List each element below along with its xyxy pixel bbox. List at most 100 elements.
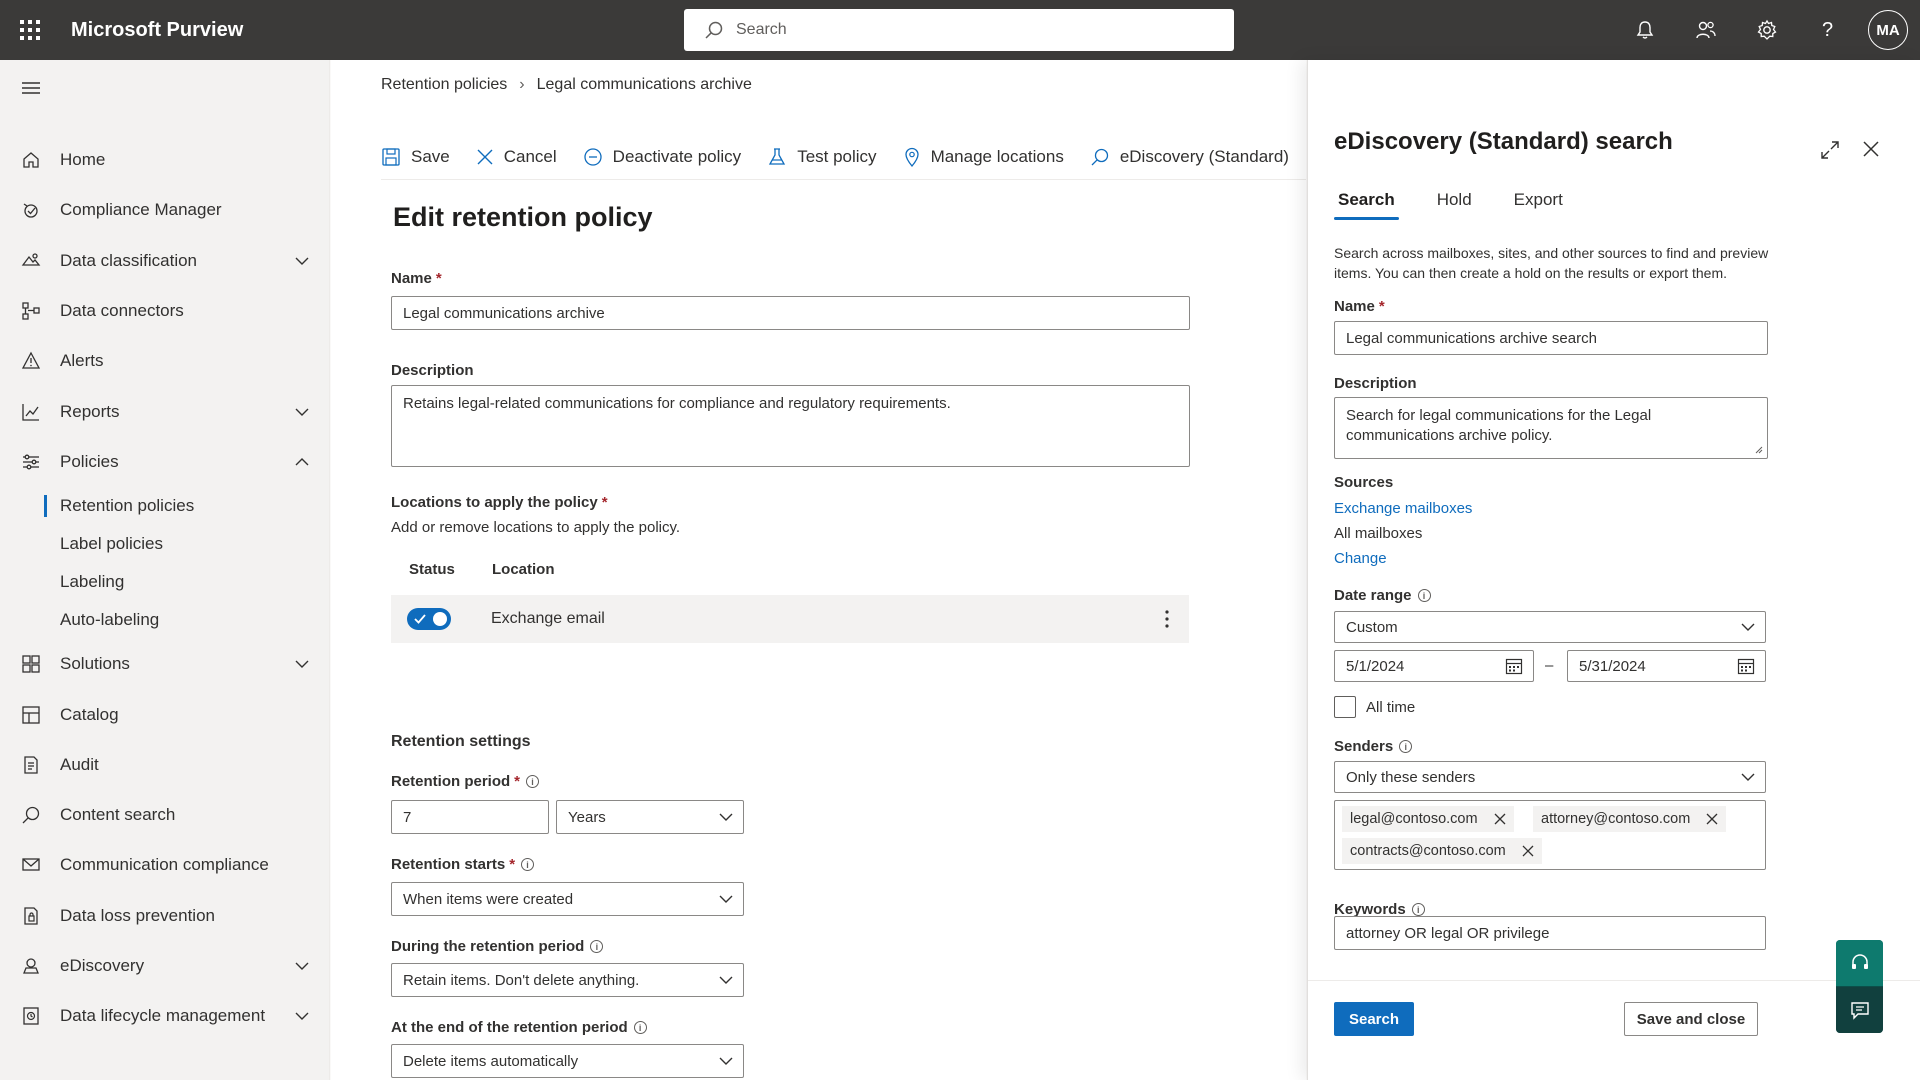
nav-audit[interactable]: Audit [0, 740, 330, 790]
nav-solutions[interactable]: Solutions [0, 639, 330, 689]
nav-catalog[interactable]: Catalog [0, 689, 330, 739]
ediscovery-standard-button[interactable]: eDiscovery (Standard) [1090, 139, 1289, 175]
global-search-input[interactable]: Search [684, 9, 1234, 51]
search-button[interactable]: Search [1334, 1002, 1414, 1036]
info-icon[interactable]: i [1399, 740, 1413, 753]
chevron-down-icon [295, 408, 309, 416]
compliance-manager-icon [20, 199, 42, 221]
feedback-button[interactable] [1836, 986, 1883, 1033]
info-icon[interactable]: i [526, 775, 540, 788]
deactivate-policy-button[interactable]: Deactivate policy [583, 139, 741, 175]
info-icon[interactable]: i [1411, 903, 1425, 916]
nav-data-lifecycle-management[interactable]: Data lifecycle management [0, 991, 330, 1041]
search-description-label: Description [1334, 375, 1417, 392]
end-retention-dropdown[interactable]: Delete items automatically [391, 1044, 744, 1078]
user-avatar[interactable]: MA [1868, 10, 1908, 50]
save-and-close-button[interactable]: Save and close [1624, 1002, 1758, 1036]
tab-export[interactable]: Export [1510, 190, 1567, 220]
info-icon[interactable]: i [521, 858, 535, 871]
tab-hold[interactable]: Hold [1433, 190, 1476, 220]
nav-ediscovery[interactable]: eDiscovery [0, 941, 330, 991]
date-from-picker[interactable]: 5/1/2024 [1334, 650, 1534, 682]
ediscovery-search-panel: eDiscovery (Standard) search Search Hold… [1307, 60, 1920, 1080]
search-icon [1091, 148, 1108, 165]
search-name-input[interactable]: Legal communications archive search [1334, 321, 1768, 355]
name-label: Name * [391, 270, 442, 287]
cancel-button[interactable]: Cancel [476, 139, 557, 175]
nav-home[interactable]: Home [0, 135, 330, 185]
nav-data-loss-prevention[interactable]: Data loss prevention [0, 891, 330, 941]
search-description-textarea[interactable]: Search for legal communications for the … [1334, 397, 1768, 459]
senders-dropdown[interactable]: Only these senders [1334, 761, 1766, 793]
nav-label-policies[interactable]: Label policies [0, 525, 330, 563]
nav-label: Alerts [60, 351, 104, 371]
app-launcher-button[interactable] [0, 0, 60, 60]
remove-tag-icon[interactable] [1706, 813, 1718, 825]
info-icon[interactable]: i [590, 940, 604, 953]
close-icon[interactable] [1862, 140, 1880, 158]
exchange-email-toggle[interactable] [407, 608, 451, 630]
exchange-mailboxes-link[interactable]: Exchange mailboxes [1334, 500, 1472, 517]
nav-label: Data lifecycle management [60, 1006, 266, 1026]
help-button[interactable]: ? [1797, 0, 1858, 60]
resize-handle-icon[interactable] [1755, 446, 1763, 454]
notifications-button[interactable] [1614, 0, 1675, 60]
nav-data-classification[interactable]: Data classification [0, 236, 330, 286]
remove-tag-icon[interactable] [1494, 813, 1506, 825]
more-options-icon[interactable] [1165, 610, 1169, 628]
column-header-status[interactable]: Status [409, 561, 455, 578]
info-icon[interactable]: i [633, 1021, 647, 1034]
keywords-input[interactable]: attorney OR legal OR privilege [1334, 916, 1766, 950]
search-icon [20, 804, 42, 826]
top-bar: Microsoft Purview Search ? MA [0, 0, 1920, 60]
expand-icon[interactable] [1820, 140, 1840, 160]
test-label: Test policy [797, 146, 877, 166]
during-retention-dropdown[interactable]: Retain items. Don't delete anything. [391, 963, 744, 997]
senders-tag-picker[interactable]: legal@contoso.com attorney@contoso.com c… [1334, 800, 1766, 870]
nav-retention-policies[interactable]: Retention policies [0, 487, 330, 525]
policy-description-textarea[interactable]: Retains legal-related communications for… [391, 385, 1190, 467]
date-range-label: Date range i [1334, 587, 1431, 604]
retention-starts-dropdown[interactable]: When items were created [391, 882, 744, 916]
nav-data-connectors[interactable]: Data connectors [0, 286, 330, 336]
nav-content-search[interactable]: Content search [0, 790, 330, 840]
test-policy-button[interactable]: Test policy [767, 139, 877, 175]
data-classification-icon [20, 250, 42, 272]
retention-unit-dropdown[interactable]: Years [556, 800, 744, 834]
all-time-checkbox[interactable]: All time [1334, 696, 1415, 718]
remove-tag-icon[interactable] [1522, 845, 1534, 857]
change-sources-link[interactable]: Change [1334, 550, 1387, 567]
settings-button[interactable] [1736, 0, 1797, 60]
date-range-value: Custom [1346, 618, 1398, 636]
save-button[interactable]: Save [381, 139, 450, 175]
nav-label: Retention policies [60, 496, 195, 516]
info-icon[interactable]: i [1417, 589, 1431, 602]
retention-period-label: Retention period * i [391, 773, 540, 790]
manage-locations-button[interactable]: Manage locations [903, 139, 1064, 175]
retention-unit-value: Years [568, 808, 606, 826]
retention-period-input[interactable]: 7 [391, 800, 549, 834]
location-pin-icon [904, 147, 919, 167]
app-title[interactable]: Microsoft Purview [71, 19, 243, 42]
nav-policies[interactable]: Policies [0, 437, 330, 487]
nav-compliance-manager[interactable]: Compliance Manager [0, 185, 330, 235]
people-button[interactable] [1675, 0, 1736, 60]
nav-auto-labeling[interactable]: Auto-labeling [0, 601, 330, 639]
column-header-location[interactable]: Location [492, 561, 555, 578]
tab-search[interactable]: Search [1334, 190, 1399, 220]
all-time-label: All time [1366, 698, 1416, 716]
nav-alerts[interactable]: Alerts [0, 336, 330, 386]
collapse-nav-button[interactable] [21, 80, 41, 101]
support-chat-button[interactable] [1836, 940, 1883, 987]
nav-reports[interactable]: Reports [0, 386, 330, 436]
nav-labeling[interactable]: Labeling [0, 563, 330, 601]
breadcrumb-parent-link[interactable]: Retention policies [381, 76, 507, 94]
nav-communication-compliance[interactable]: Communication compliance [0, 840, 330, 890]
senders-label-text: Senders [1334, 738, 1394, 755]
calendar-icon [1737, 658, 1755, 675]
date-range-dropdown[interactable]: Custom [1334, 611, 1766, 643]
date-to-picker[interactable]: 5/31/2024 [1567, 650, 1766, 682]
sender-tag-label: legal@contoso.com [1350, 811, 1478, 827]
policy-name-input[interactable]: Legal communications archive [391, 296, 1190, 330]
question-icon: ? [1821, 18, 1834, 41]
